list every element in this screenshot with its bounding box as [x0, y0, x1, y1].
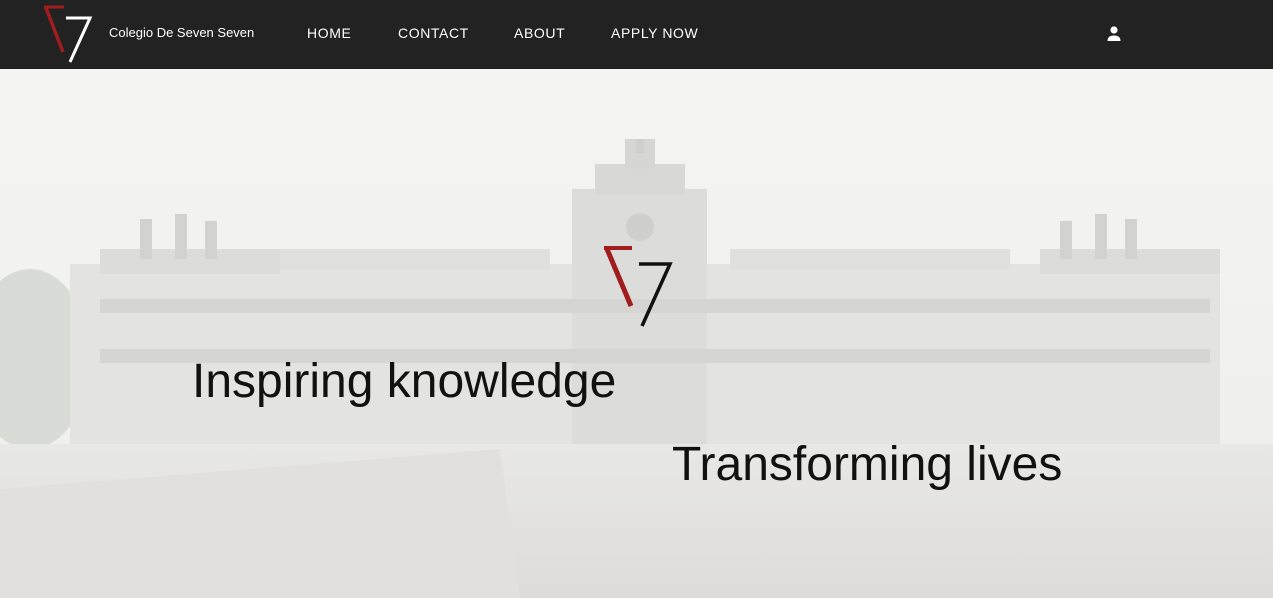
user-icon[interactable] — [1104, 24, 1124, 44]
v7-logo-icon — [602, 244, 676, 328]
brand-name[interactable]: Colegio De Seven Seven — [109, 25, 254, 40]
nav-about-link[interactable]: ABOUT — [514, 25, 565, 41]
nav-home-link[interactable]: HOME — [307, 25, 351, 41]
hero-tagline-primary: Inspiring knowledge — [192, 355, 617, 408]
navbar: Colegio De Seven Seven HOME CONTACT ABOU… — [0, 0, 1273, 69]
nav-apply-now-link[interactable]: APPLY NOW — [611, 25, 698, 41]
page: Colegio De Seven Seven HOME CONTACT ABOU… — [0, 0, 1273, 598]
hero-background-image — [0, 69, 1273, 598]
hero-tagline-secondary: Transforming lives — [672, 438, 1063, 491]
hero-section: Inspiring knowledge Transforming lives — [0, 69, 1273, 598]
brand-logo-icon[interactable] — [42, 4, 94, 64]
nav-contact-link[interactable]: CONTACT — [398, 25, 469, 41]
